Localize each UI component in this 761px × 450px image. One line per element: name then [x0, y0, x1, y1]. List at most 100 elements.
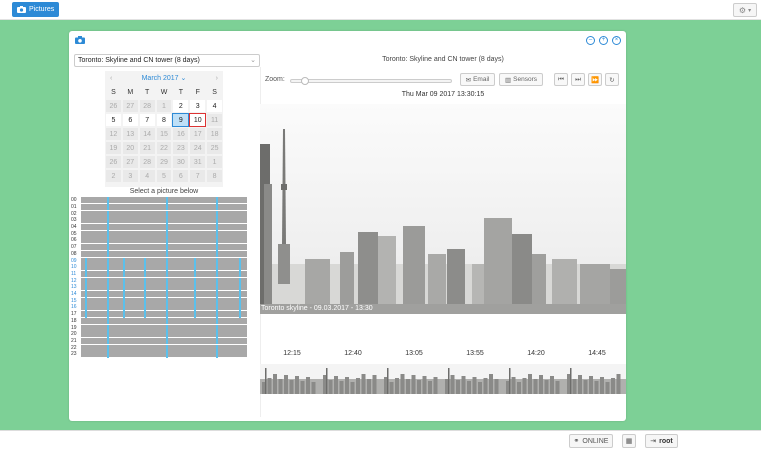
- hour-bar[interactable]: [81, 291, 247, 298]
- hour-bar[interactable]: [81, 284, 247, 291]
- hour-bar[interactable]: [81, 197, 247, 204]
- zoom-slider[interactable]: [290, 77, 452, 85]
- calendar-day[interactable]: 22: [155, 141, 173, 155]
- picture-marker[interactable]: [216, 351, 218, 358]
- hour-row[interactable]: 02: [71, 210, 247, 218]
- hour-row[interactable]: 19: [71, 324, 247, 332]
- calendar-day[interactable]: 5: [155, 169, 173, 183]
- month-selector[interactable]: March 2017 ⌄: [142, 74, 187, 82]
- calendar-day[interactable]: 21: [138, 141, 156, 155]
- hour-row[interactable]: 15: [71, 297, 247, 305]
- calendar-day[interactable]: 31: [189, 155, 207, 169]
- calendar-day[interactable]: 4: [206, 99, 224, 113]
- online-status-button[interactable]: ⚭ ONLINE: [569, 434, 613, 448]
- hour-bar[interactable]: [81, 210, 247, 218]
- calendar-day[interactable]: 20: [121, 141, 139, 155]
- calculator-button[interactable]: ▦: [622, 434, 636, 448]
- skip-back-button[interactable]: ⏮: [554, 73, 568, 86]
- refresh-button[interactable]: ↻: [605, 73, 619, 86]
- next-month-icon[interactable]: ›: [216, 75, 218, 82]
- calendar-day[interactable]: 5: [105, 113, 122, 127]
- calendar-day[interactable]: 19: [105, 141, 122, 155]
- hour-bar[interactable]: [81, 331, 247, 338]
- hour-row[interactable]: 22: [71, 344, 247, 352]
- calendar-day[interactable]: 29: [155, 155, 173, 169]
- hour-bar[interactable]: [81, 257, 247, 265]
- hour-row[interactable]: 03: [71, 217, 247, 224]
- email-button[interactable]: ✉ Email: [460, 73, 495, 86]
- hour-bar[interactable]: [81, 250, 247, 258]
- hour-bar[interactable]: [81, 230, 247, 238]
- calendar-day[interactable]: 27: [121, 155, 139, 169]
- calendar-day[interactable]: 4: [138, 169, 156, 183]
- calendar-day[interactable]: 2: [172, 99, 190, 113]
- hour-row[interactable]: 16: [71, 304, 247, 311]
- calendar-day[interactable]: 2: [105, 169, 122, 183]
- calendar-day[interactable]: 13: [121, 127, 139, 141]
- calendar-day[interactable]: 17: [189, 127, 207, 141]
- calendar-day[interactable]: 7: [189, 169, 207, 183]
- hour-row[interactable]: 06: [71, 237, 247, 244]
- hour-row[interactable]: 08: [71, 250, 247, 258]
- camera-select[interactable]: Toronto: Skyline and CN tower (8 days) ⌄: [74, 54, 260, 67]
- calendar-day[interactable]: 8: [206, 169, 224, 183]
- hour-bar[interactable]: [81, 324, 247, 332]
- calendar-day[interactable]: 18: [206, 127, 224, 141]
- calendar-day[interactable]: 23: [172, 141, 190, 155]
- calendar-day[interactable]: 28: [138, 155, 156, 169]
- hour-row[interactable]: 12: [71, 277, 247, 285]
- hour-row[interactable]: 11: [71, 270, 247, 278]
- hour-bar[interactable]: [81, 337, 247, 345]
- hour-row[interactable]: 20: [71, 331, 247, 338]
- hour-row[interactable]: 23: [71, 351, 247, 358]
- minimize-icon[interactable]: –: [586, 36, 595, 45]
- calendar-day[interactable]: 28: [138, 99, 156, 113]
- calendar-day[interactable]: 9: [172, 113, 190, 127]
- settings-button[interactable]: ⚙ ▾: [733, 3, 757, 17]
- hour-bar[interactable]: [81, 297, 247, 305]
- hour-bar[interactable]: [81, 217, 247, 224]
- calendar-day[interactable]: 27: [121, 99, 139, 113]
- calendar-day[interactable]: 25: [206, 141, 224, 155]
- pictures-button[interactable]: Pictures: [12, 2, 60, 17]
- picture-marker[interactable]: [166, 351, 168, 358]
- hour-bar[interactable]: [81, 277, 247, 285]
- calendar-day[interactable]: 11: [206, 113, 224, 127]
- hour-row[interactable]: 13: [71, 284, 247, 291]
- calendar-day[interactable]: 1: [155, 99, 173, 113]
- calendar-day[interactable]: 26: [105, 99, 122, 113]
- hour-row[interactable]: 21: [71, 337, 247, 345]
- calendar-day[interactable]: 1: [206, 155, 224, 169]
- hour-bar[interactable]: [81, 317, 247, 325]
- hour-row[interactable]: 00: [71, 197, 247, 204]
- hour-row[interactable]: 17: [71, 311, 247, 318]
- hour-bar[interactable]: [81, 351, 247, 358]
- thumbnail-strip[interactable]: [260, 364, 626, 394]
- hour-bar[interactable]: [81, 224, 247, 231]
- hour-bar[interactable]: [81, 344, 247, 352]
- hour-row[interactable]: 09: [71, 257, 247, 265]
- skyline-photo[interactable]: [260, 104, 626, 314]
- maximize-icon[interactable]: +: [599, 36, 608, 45]
- fast-forward-button[interactable]: ⏩: [588, 73, 602, 86]
- calendar-day[interactable]: 15: [155, 127, 173, 141]
- calendar-day[interactable]: 6: [172, 169, 190, 183]
- calendar-day[interactable]: 8: [155, 113, 173, 127]
- calendar-day[interactable]: 14: [138, 127, 156, 141]
- calendar-day[interactable]: 3: [189, 99, 207, 113]
- hour-row[interactable]: 05: [71, 230, 247, 238]
- hour-row[interactable]: 01: [71, 203, 247, 211]
- hour-row[interactable]: 10: [71, 264, 247, 271]
- hour-bar[interactable]: [81, 270, 247, 278]
- hour-row[interactable]: 14: [71, 291, 247, 298]
- calendar-day[interactable]: 24: [189, 141, 207, 155]
- hour-bar[interactable]: [81, 244, 247, 251]
- calendar-day[interactable]: 10: [189, 113, 207, 127]
- calendar-day[interactable]: 26: [105, 155, 122, 169]
- hour-row[interactable]: 18: [71, 317, 247, 325]
- user-button[interactable]: ⇥ root: [645, 434, 678, 448]
- hour-bar[interactable]: [81, 311, 247, 318]
- calendar-day[interactable]: 6: [121, 113, 139, 127]
- calendar-day[interactable]: 16: [172, 127, 190, 141]
- hour-bar[interactable]: [81, 203, 247, 211]
